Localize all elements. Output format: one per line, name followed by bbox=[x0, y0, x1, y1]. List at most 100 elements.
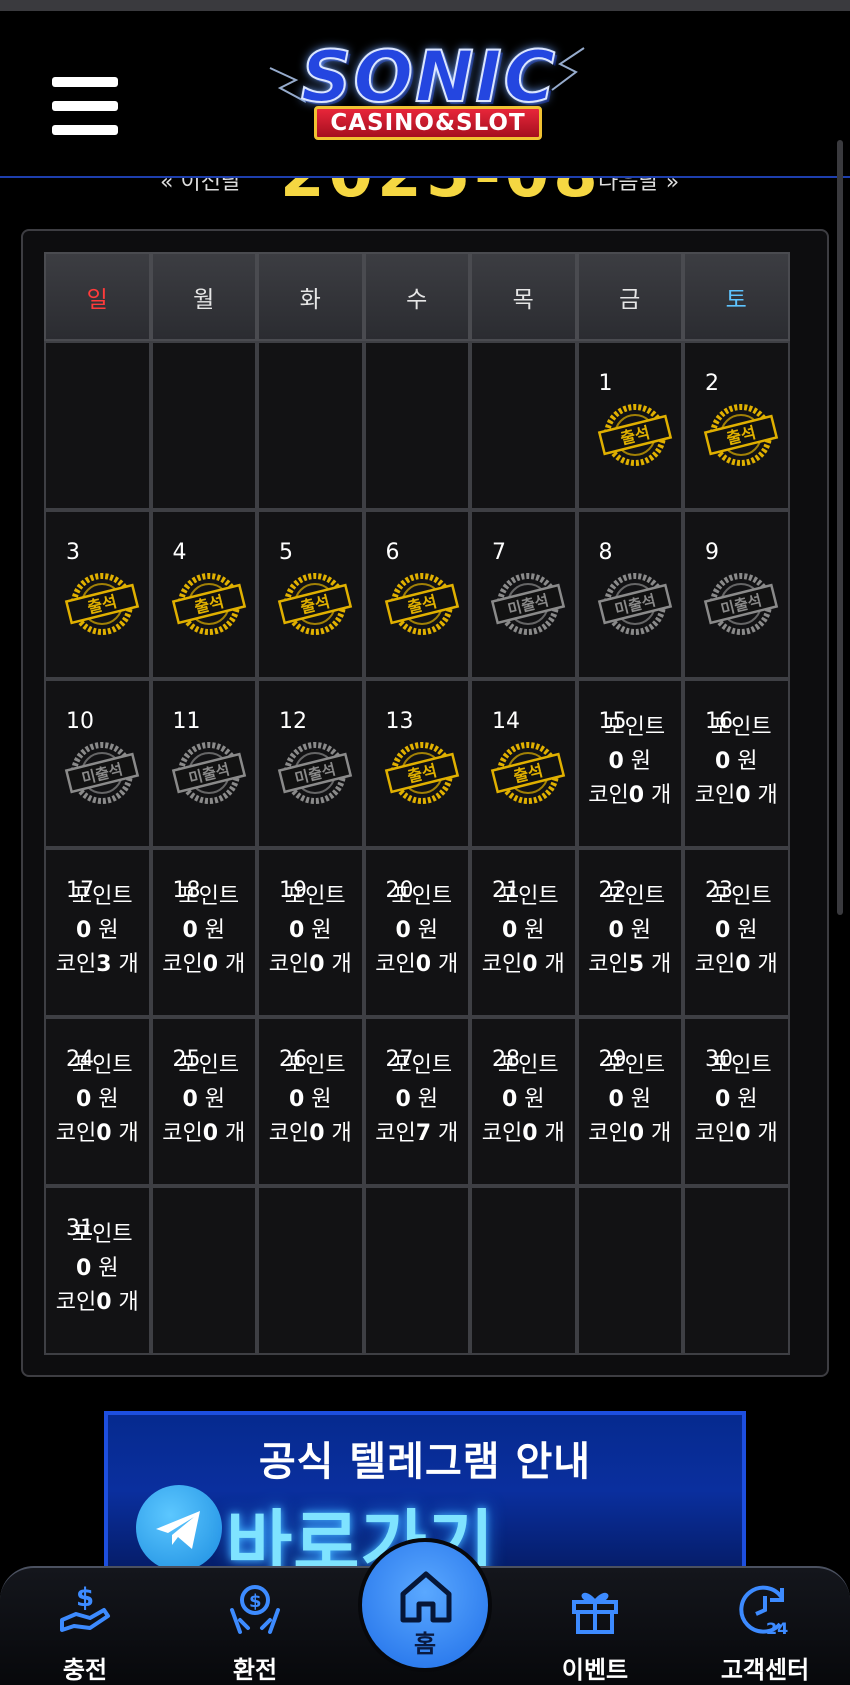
day-cell[interactable]: 8 미출석 bbox=[576, 510, 683, 679]
coin-unit: 개 bbox=[757, 783, 778, 808]
nav-support-label: 고객센터 bbox=[720, 1656, 810, 1684]
nav-exchange-label: 환전 bbox=[232, 1656, 278, 1684]
prev-month-link[interactable]: « 이전달 bbox=[160, 178, 241, 196]
coin-value: 0 bbox=[735, 783, 751, 808]
point-value: 0 bbox=[608, 918, 624, 943]
point-value: 0 bbox=[714, 918, 731, 943]
day-rewards: 포인트 0 원 코인0 개 bbox=[259, 880, 362, 982]
calendar-week: 24 포인트 0 원 코인0 개 25 포인트 0 원 코인0 개 26 포인트… bbox=[44, 1017, 806, 1186]
point-value: 0 bbox=[75, 1087, 92, 1112]
point-value: 0 bbox=[395, 918, 411, 943]
won-unit: 원 bbox=[524, 1087, 545, 1112]
point-value: 0 bbox=[395, 1087, 411, 1112]
day-cell[interactable]: 20 포인트 0 원 코인0 개 bbox=[363, 848, 470, 1017]
coin-unit: 개 bbox=[118, 952, 139, 977]
nav-home[interactable]: 홈 bbox=[358, 1538, 492, 1672]
menu-icon[interactable] bbox=[52, 77, 118, 135]
calendar-week: 31 포인트 0 원 코인0 개 bbox=[44, 1186, 806, 1355]
day-cell[interactable]: 27 포인트 0 원 코인7 개 bbox=[363, 1017, 470, 1186]
scrollbar[interactable] bbox=[837, 140, 843, 915]
nav-support[interactable]: 24 고객센터 bbox=[705, 1568, 825, 1685]
day-cell[interactable]: 26 포인트 0 원 코인0 개 bbox=[257, 1017, 364, 1186]
won-unit: 원 bbox=[524, 918, 545, 943]
point-label: 포인트 bbox=[497, 884, 559, 909]
day-cell[interactable]: 23 포인트 0 원 코인0 개 bbox=[683, 848, 790, 1017]
point-value: 0 bbox=[288, 918, 305, 943]
weekday-fri: 금 bbox=[576, 252, 683, 341]
day-cell[interactable]: 30 포인트 0 원 코인0 개 bbox=[683, 1017, 790, 1186]
weekday-sun: 일 bbox=[44, 252, 151, 341]
attended-stamp-icon: 출석 bbox=[703, 404, 779, 466]
coin-label: 코인 bbox=[162, 1121, 203, 1146]
next-month-link[interactable]: 다음달 » bbox=[598, 178, 679, 196]
day-cell[interactable]: 25 포인트 0 원 코인0 개 bbox=[150, 1017, 257, 1186]
empty-day-cell bbox=[363, 341, 470, 510]
day-rewards: 포인트 0 원 코인0 개 bbox=[579, 1049, 682, 1151]
weekday-wed: 수 bbox=[363, 252, 470, 341]
day-number: 13 bbox=[385, 709, 414, 734]
day-cell[interactable]: 6 출석 bbox=[363, 510, 470, 679]
point-label: 포인트 bbox=[391, 884, 453, 909]
day-number: 8 bbox=[598, 540, 613, 565]
coin-value: 0 bbox=[628, 1121, 645, 1146]
nav-exchange[interactable]: $ 환전 bbox=[200, 1568, 310, 1685]
nav-event[interactable]: 이벤트 bbox=[540, 1568, 650, 1685]
day-cell[interactable]: 28 포인트 0 원 코인0 개 bbox=[470, 1017, 577, 1186]
attended-stamp-icon: 출석 bbox=[384, 742, 459, 804]
day-number: 14 bbox=[492, 709, 520, 734]
point-label: 포인트 bbox=[284, 1053, 346, 1078]
coin-value: 7 bbox=[415, 1121, 432, 1146]
empty-day-cell bbox=[470, 341, 577, 510]
day-cell[interactable]: 16 포인트 0 원 코인0 개 bbox=[683, 679, 790, 848]
nav-charge[interactable]: $ 충전 bbox=[30, 1568, 140, 1685]
coin-label: 코인 bbox=[694, 783, 736, 808]
point-label: 포인트 bbox=[497, 1053, 559, 1078]
empty-day-cell bbox=[257, 341, 364, 510]
point-label: 포인트 bbox=[710, 884, 772, 909]
coin-value: 0 bbox=[735, 952, 751, 977]
day-cell[interactable]: 3 출석 bbox=[44, 510, 151, 679]
day-cell[interactable]: 7 미출석 bbox=[470, 510, 577, 679]
coin-value: 0 bbox=[735, 1121, 751, 1146]
day-cell[interactable]: 24 포인트 0 원 코인0 개 bbox=[44, 1017, 151, 1186]
coin-value: 0 bbox=[96, 1121, 112, 1146]
won-unit: 원 bbox=[737, 918, 758, 943]
day-cell[interactable]: 19 포인트 0 원 코인0 개 bbox=[257, 848, 364, 1017]
svg-text:$: $ bbox=[249, 1591, 262, 1612]
day-cell[interactable]: 15 포인트 0 원 코인0 개 bbox=[576, 679, 683, 848]
day-cell[interactable]: 21 포인트 0 원 코인0 개 bbox=[470, 848, 577, 1017]
coin-unit: 개 bbox=[331, 1121, 352, 1146]
day-cell[interactable]: 18 포인트 0 원 코인0 개 bbox=[150, 848, 257, 1017]
telegram-icon bbox=[136, 1485, 222, 1567]
support-24h-icon: 24 bbox=[739, 1585, 788, 1638]
day-cell[interactable]: 12 미출석 bbox=[257, 679, 364, 848]
absent-stamp-icon: 미출석 bbox=[490, 573, 566, 635]
day-cell[interactable]: 22 포인트 0 원 코인5 개 bbox=[576, 848, 683, 1017]
day-cell[interactable]: 17 포인트 0 원 코인3 개 bbox=[44, 848, 151, 1017]
empty-day-cell bbox=[363, 1186, 470, 1355]
day-cell[interactable]: 2 출석 bbox=[683, 341, 790, 510]
attended-stamp-icon: 출석 bbox=[277, 573, 353, 635]
won-unit: 원 bbox=[417, 918, 439, 943]
weekday-header: 일 월 화 수 목 금 토 bbox=[44, 252, 806, 341]
day-cell[interactable]: 1 출석 bbox=[576, 341, 683, 510]
weekday-mon: 월 bbox=[150, 252, 257, 341]
day-cell[interactable]: 4 출석 bbox=[150, 510, 257, 679]
logo[interactable]: SONIC CASINO&SLOT bbox=[266, 28, 588, 146]
weekday-sat: 토 bbox=[683, 252, 790, 341]
day-cell[interactable]: 10 미출석 bbox=[44, 679, 151, 848]
nav-event-label: 이벤트 bbox=[561, 1656, 629, 1684]
day-cell[interactable]: 29 포인트 0 원 코인0 개 bbox=[576, 1017, 683, 1186]
day-cell[interactable]: 9 미출석 bbox=[683, 510, 790, 679]
day-cell[interactable]: 5 출석 bbox=[257, 510, 364, 679]
coin-value: 0 bbox=[96, 1290, 112, 1315]
day-rewards: 포인트 0 원 코인0 개 bbox=[259, 1049, 362, 1151]
day-number: 5 bbox=[279, 540, 293, 565]
point-value: 0 bbox=[182, 918, 198, 943]
day-cell[interactable]: 11 미출석 bbox=[150, 679, 257, 848]
day-cell[interactable]: 13 출석 bbox=[363, 679, 470, 848]
day-rewards: 포인트 0 원 코인0 개 bbox=[46, 1218, 149, 1320]
day-cell[interactable]: 14 출석 bbox=[470, 679, 577, 848]
point-label: 포인트 bbox=[71, 1222, 133, 1247]
day-cell[interactable]: 31 포인트 0 원 코인0 개 bbox=[44, 1186, 151, 1355]
